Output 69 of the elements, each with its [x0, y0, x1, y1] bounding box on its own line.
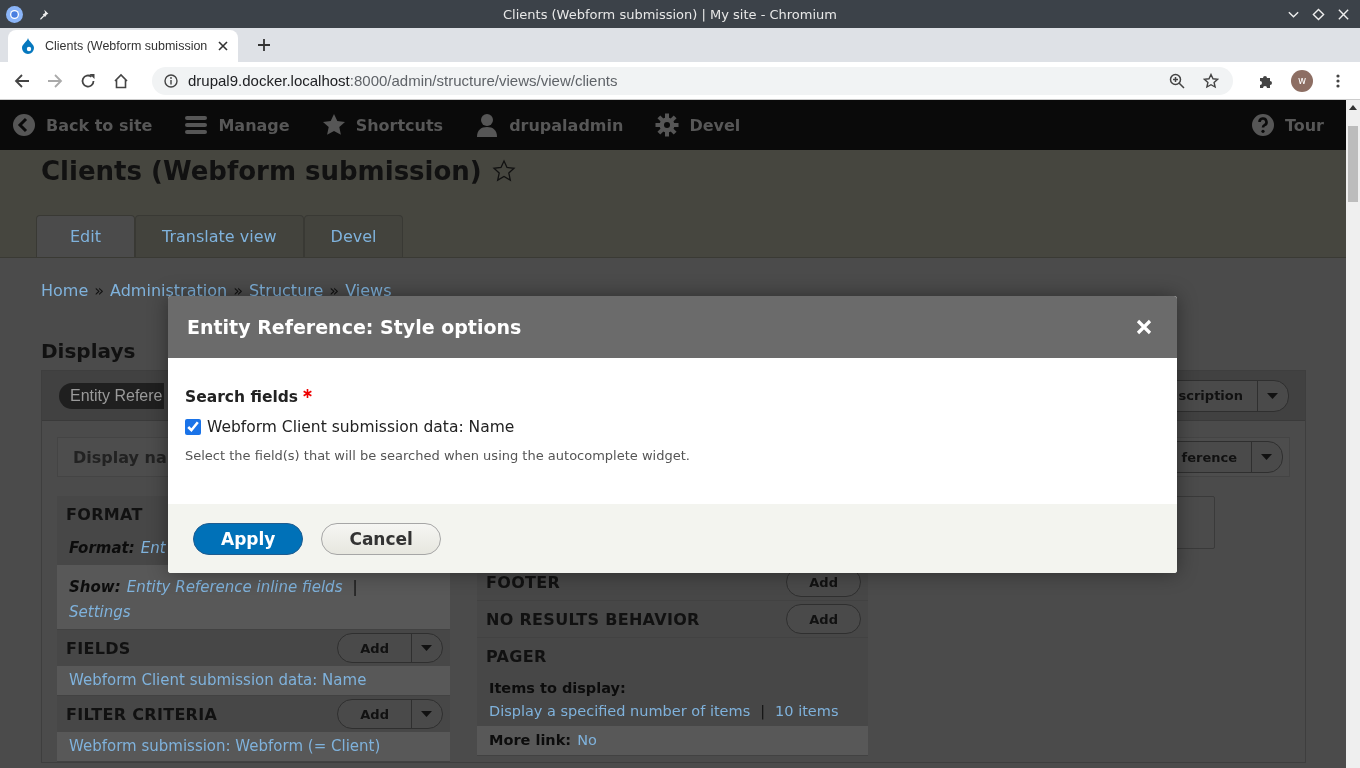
close-icon[interactable] — [218, 41, 228, 51]
help-icon — [1250, 113, 1275, 137]
toolbar-item[interactable]: Manage — [184, 113, 290, 137]
browser-tab[interactable]: Clients (Webform submission — [8, 30, 238, 62]
breadcrumb-link[interactable]: Home — [41, 280, 89, 302]
setting-link[interactable]: Display a specified number of items — [489, 700, 751, 723]
checkbox[interactable] — [185, 419, 201, 435]
scrollbar-thumb[interactable] — [1348, 126, 1358, 202]
breadcrumb-separator: » — [94, 280, 105, 302]
window-title: Clients (Webform submission) | My site - Chromium — [503, 6, 837, 22]
toolbar-item[interactable]: Devel — [655, 113, 741, 137]
add-button[interactable]: Add — [786, 604, 861, 634]
add-button[interactable]: Add — [337, 699, 443, 729]
display-tab[interactable]: Entity Refere — [59, 382, 165, 409]
setting-link[interactable]: Ent — [140, 536, 166, 561]
caret-icon — [1261, 454, 1272, 460]
page-tab[interactable]: Devel — [303, 215, 404, 257]
reload-icon[interactable] — [80, 72, 96, 89]
field-label: Search fields — [185, 387, 299, 408]
apply-button[interactable]: Apply — [193, 522, 304, 555]
setting-label: More link: — [489, 731, 572, 750]
person-icon — [475, 113, 500, 137]
tour-button[interactable]: Tour — [1250, 113, 1324, 137]
maximize-icon[interactable] — [1312, 7, 1325, 21]
info-icon[interactable] — [164, 73, 178, 88]
caret-icon — [421, 711, 432, 717]
home-icon[interactable] — [113, 72, 129, 89]
setting-label: Format: — [69, 538, 135, 559]
caret-icon — [421, 645, 432, 651]
separator: | — [759, 702, 767, 722]
chromium-logo-icon — [6, 5, 23, 23]
star-outline-icon[interactable] — [491, 159, 516, 183]
cancel-button[interactable]: Cancel — [321, 522, 441, 555]
profile-avatar[interactable]: w — [1291, 69, 1313, 92]
new-tab-icon[interactable] — [257, 38, 271, 52]
back-arrow-icon[interactable] — [14, 72, 30, 89]
checkbox-label: Webform Client submission data: Name — [207, 418, 515, 436]
toolbar-item[interactable]: Shortcuts — [321, 113, 444, 137]
drop-icon — [20, 38, 36, 54]
page-tab[interactable]: Translate view — [135, 215, 304, 257]
setting-link[interactable]: Webform Client submission data: Name — [69, 668, 367, 693]
setting-link[interactable]: 10 items — [775, 700, 839, 723]
bookmark-star-icon[interactable] — [1203, 72, 1219, 89]
gear-icon — [655, 113, 680, 137]
setting-link[interactable]: No — [577, 729, 597, 752]
breadcrumb-separator: » — [329, 280, 340, 302]
add-button[interactable]: Add — [337, 633, 443, 663]
toolbar-item[interactable]: Back to site — [12, 113, 153, 137]
breadcrumb-separator: » — [233, 280, 243, 302]
setting-label: Items to display: — [489, 679, 627, 698]
dialog-title: Entity Reference: Style options — [187, 316, 522, 338]
displays-heading: Displays — [41, 338, 137, 364]
separator: | — [351, 577, 359, 598]
setting-label: Show: — [69, 577, 121, 598]
setting-link[interactable]: Webform submission: Webform (= Client) — [69, 734, 381, 759]
address-field[interactable]: drupal9.docker.localhost:8000/admin/structure/views/view/clients — [152, 66, 1233, 95]
toolbar-item[interactable]: drupaladmin — [475, 113, 624, 137]
page-tab[interactable]: Edit — [36, 215, 135, 257]
menu-icon — [184, 113, 209, 137]
field-description: Select the field(s) that will be searched when using the autocomplete widget. — [185, 448, 691, 463]
setting-link[interactable]: Settings — [69, 600, 131, 625]
setting-link[interactable]: Entity Reference inline fields — [126, 575, 343, 600]
scrollbar[interactable] — [1346, 100, 1360, 768]
caret-icon — [1267, 392, 1278, 399]
tab-title: Clients (Webform submission — [45, 39, 209, 53]
star-icon — [321, 113, 346, 137]
scroll-up-icon[interactable] — [1349, 105, 1357, 110]
back-circle-icon — [12, 113, 36, 137]
zoom-icon[interactable] — [1169, 72, 1185, 89]
